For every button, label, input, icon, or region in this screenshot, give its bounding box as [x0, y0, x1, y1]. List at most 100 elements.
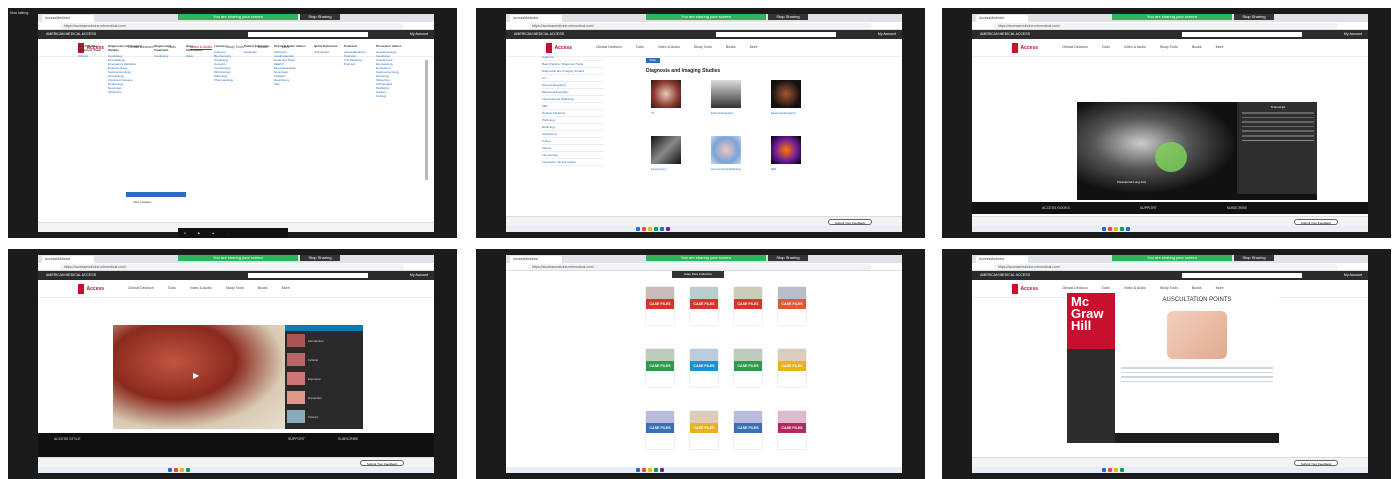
footer-link[interactable]: ACCESS BOOKS	[1042, 206, 1070, 210]
column-link[interactable]: Handouts	[244, 50, 270, 54]
app-icon[interactable]	[1108, 468, 1112, 472]
book-cover[interactable]: CASE FILES	[778, 411, 806, 449]
app-icon[interactable]	[648, 227, 652, 231]
app-icon[interactable]	[1114, 227, 1118, 231]
sidebar-item[interactable]: Interactive Clinical Cases	[542, 159, 604, 166]
browser-tab[interactable]: AccessMedicine	[42, 15, 94, 22]
sidebar-item[interactable]: Fluoroscopy	[542, 152, 604, 159]
browser-tab[interactable]: AccessMedicine	[510, 256, 562, 263]
menu-item[interactable]: More	[750, 45, 758, 49]
feedback-button[interactable]: Submit Your Feedback	[1294, 460, 1338, 466]
selected-highlight[interactable]	[126, 192, 186, 197]
book-cover[interactable]: CASE FILES	[734, 349, 762, 387]
column-link[interactable]: Pharmacology	[214, 78, 240, 82]
menu-item[interactable]: Clinical Decision	[1062, 45, 1088, 49]
book-cover[interactable]: CASE FILES	[690, 287, 718, 325]
site-nav-label[interactable]: AMERICAN MEDICAL ACCESS	[46, 271, 96, 280]
menu-item[interactable]: Books	[1192, 45, 1202, 49]
menu-item[interactable]: Clinical Decision	[128, 286, 154, 290]
app-icon[interactable]	[1102, 227, 1106, 231]
menu-item[interactable]: Books	[1192, 286, 1202, 290]
thumbnail-image[interactable]	[651, 136, 681, 164]
book-cover[interactable]: CASE FILES	[734, 287, 762, 325]
url-input[interactable]: https://accessmedicine.mhmedical.com/	[994, 264, 1338, 270]
menu-item[interactable]: Clinical Decision	[1062, 286, 1088, 290]
player-controls[interactable]	[1115, 433, 1279, 443]
playlist-item[interactable]: Incision	[285, 350, 363, 369]
book-cover[interactable]: CASE FILES	[690, 349, 718, 387]
filter-badge[interactable]: Filter	[646, 58, 660, 63]
thumbnail-image[interactable]	[651, 80, 681, 108]
book-cover[interactable]: CASE FILES	[646, 287, 674, 325]
sidebar-item[interactable]: Radiology	[542, 124, 604, 131]
feedback-button[interactable]: Submit Your Feedback	[360, 460, 404, 466]
app-icon[interactable]	[1114, 468, 1118, 472]
account-link[interactable]: My Account	[410, 271, 428, 280]
sidebar-item[interactable]: Interventional Radiology	[542, 96, 604, 103]
sidebar-item[interactable]: Diagnostic and Imaging Studies	[542, 68, 604, 75]
url-input[interactable]: https://accessmedicine.mhmedical.com/	[528, 264, 872, 270]
book-cover[interactable]: CASE FILES	[778, 349, 806, 387]
menu-item[interactable]: Study Tools	[694, 45, 712, 49]
stop-sharing-button[interactable]: Stop Sharing	[768, 14, 808, 20]
feedback-button[interactable]: Submit Your Feedback	[828, 219, 872, 225]
account-link[interactable]: My Account	[1344, 30, 1362, 39]
site-search-input[interactable]	[248, 273, 368, 278]
app-icon[interactable]	[1102, 468, 1106, 472]
app-icon[interactable]	[654, 227, 658, 231]
access-logo[interactable]: Access	[1012, 42, 1038, 53]
site-nav-label[interactable]: AMERICAN MEDICAL ACCESS	[46, 30, 96, 39]
thumbnail-caption[interactable]: Interventional Radiology	[711, 167, 751, 171]
app-icon[interactable]	[1120, 468, 1124, 472]
menu-item[interactable]: Video & Audio	[658, 45, 680, 49]
app-icon[interactable]	[660, 468, 664, 472]
sidebar-item[interactable]: Nuclear Medicine	[542, 110, 604, 117]
column-link[interactable]: Calculators	[314, 50, 340, 54]
app-icon[interactable]	[636, 468, 640, 472]
thumbnail-image[interactable]	[711, 80, 741, 108]
menu-item[interactable]: More	[1216, 286, 1224, 290]
menu-item[interactable]: More	[282, 286, 290, 290]
menu-item[interactable]: Books	[726, 45, 736, 49]
site-search-input[interactable]	[1182, 32, 1302, 37]
menu-item[interactable]: Tools	[1102, 45, 1110, 49]
menu-item[interactable]: Video & Audio	[190, 286, 212, 290]
menu-item[interactable]: Tools	[636, 45, 644, 49]
menu-item[interactable]: Tools	[168, 286, 176, 290]
app-icon[interactable]	[666, 227, 670, 231]
sidebar-item[interactable]: Electrocardiography	[542, 89, 604, 96]
mic-icon[interactable]: ●	[184, 231, 186, 235]
sidebar-item[interactable]: MRI	[542, 103, 604, 110]
menu-item[interactable]: Video & Audio	[1124, 45, 1146, 49]
sidebar-item[interactable]: Anatomy	[542, 54, 604, 61]
footer-link[interactable]: SUBSCRIBE	[1227, 206, 1247, 210]
sidebar-item[interactable]: Pathology	[542, 117, 604, 124]
playlist-item[interactable]: Closure	[285, 407, 363, 426]
url-input[interactable]: https://accessmedicine.mhmedical.com/	[60, 23, 404, 29]
app-icon[interactable]	[1120, 227, 1124, 231]
book-cover[interactable]: CASE FILES	[734, 411, 762, 449]
app-icon[interactable]	[1108, 227, 1112, 231]
url-input[interactable]: https://accessmedicine.mhmedical.com/	[528, 23, 872, 29]
app-icon[interactable]	[660, 227, 664, 231]
account-link[interactable]: My Account	[1344, 271, 1362, 280]
thumbnail-image[interactable]	[771, 80, 801, 108]
playlist-item[interactable]: Exposure	[285, 369, 363, 388]
menu-item[interactable]: Books	[258, 286, 268, 290]
browser-tab[interactable]: AccessMedicine	[510, 15, 562, 22]
player-controls[interactable]	[1077, 194, 1317, 200]
video-icon[interactable]: ■	[198, 231, 200, 235]
column-link[interactable]: Obstetrics	[108, 90, 146, 94]
thumbnail-image[interactable]	[711, 136, 741, 164]
menu-item[interactable]: Video & Audio	[1124, 286, 1146, 290]
stop-sharing-button[interactable]: Stop Sharing	[300, 255, 340, 261]
menu-item[interactable]: Clinical Decision	[596, 45, 622, 49]
stop-sharing-button[interactable]: Stop Sharing	[1234, 14, 1274, 20]
app-icon[interactable]	[648, 468, 652, 472]
access-logo[interactable]: Access	[546, 42, 572, 53]
sidebar-item[interactable]: Videos	[542, 145, 604, 152]
account-link[interactable]: My Account	[878, 30, 896, 39]
site-nav-label[interactable]: AMERICAN MEDICAL ACCESS	[980, 30, 1030, 39]
share-icon[interactable]: ▲	[212, 231, 215, 235]
thumbnail-caption[interactable]: MRI	[771, 167, 811, 171]
